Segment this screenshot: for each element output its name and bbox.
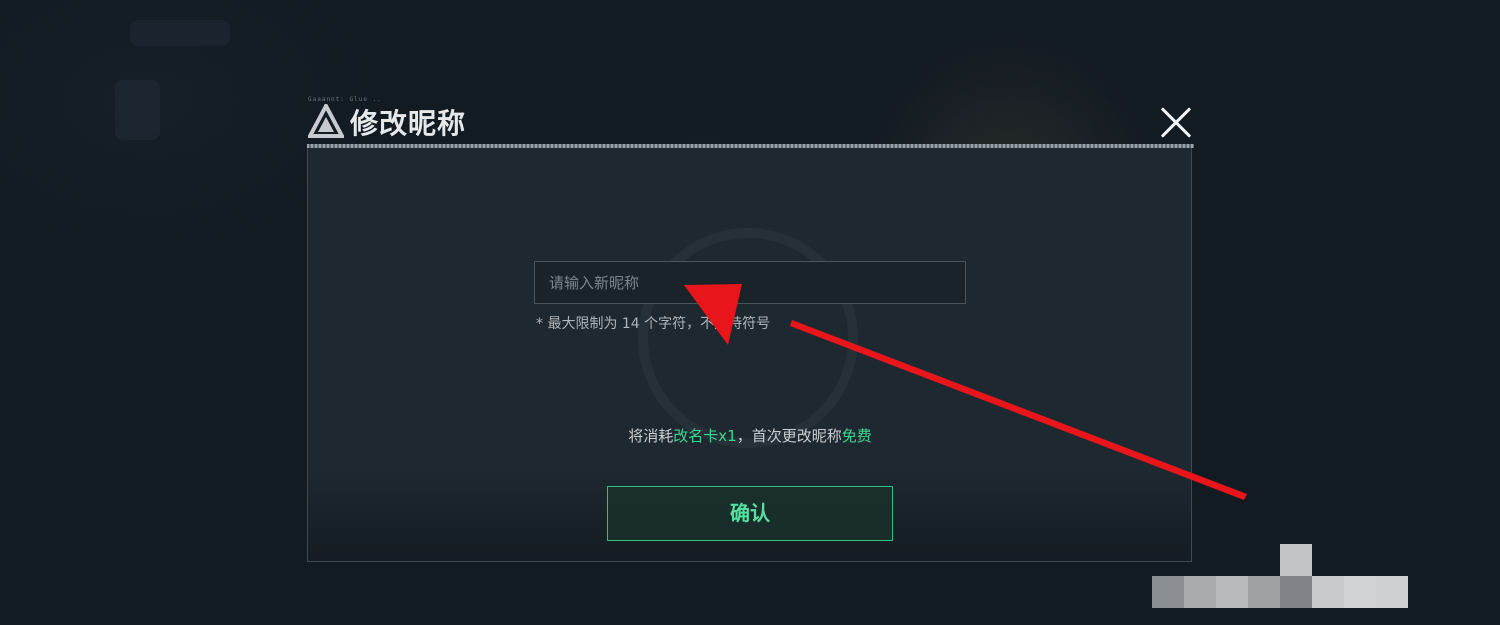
redacted-mosaic bbox=[1152, 544, 1408, 608]
annotation-arrow bbox=[684, 284, 1247, 500]
annotation-arrow-shaft bbox=[790, 320, 1247, 500]
annotation-arrow-head bbox=[684, 284, 742, 345]
